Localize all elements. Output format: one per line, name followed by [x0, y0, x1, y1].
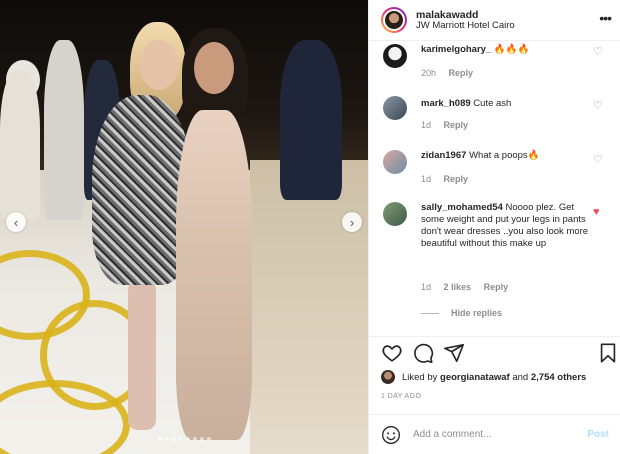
comment-time[interactable]: 1d: [421, 120, 431, 130]
heart-icon[interactable]: ♡: [593, 101, 604, 112]
comment-icon[interactable]: [412, 342, 434, 364]
liked-by-and: and: [512, 371, 529, 383]
comment-text: What a poops🔥: [469, 150, 540, 161]
carousel-dot: [157, 437, 162, 441]
liked-by: Liked by georgianatawaf and 2,754 others: [381, 370, 620, 384]
avatar[interactable]: [381, 7, 407, 33]
hide-replies-label: Hide replies: [451, 308, 503, 318]
avatar[interactable]: [383, 44, 407, 68]
post-location[interactable]: JW Marriott Hotel Cairo: [416, 20, 515, 32]
carousel-dot: [206, 437, 211, 441]
liked-by-prefix: Liked by: [402, 371, 438, 383]
avatar[interactable]: [383, 96, 407, 120]
hide-replies-button[interactable]: Hide replies: [421, 308, 502, 318]
carousel-dot: [199, 437, 204, 441]
comment-username[interactable]: sally_mohamed54: [421, 202, 503, 213]
photo-subject-left-face: [140, 40, 178, 90]
post-username[interactable]: malakawadd: [416, 9, 515, 21]
heart-icon[interactable]: ♥: [593, 207, 604, 218]
action-bar: [369, 342, 620, 366]
comment-username[interactable]: karimelgohary_: [421, 44, 491, 55]
comment-time[interactable]: 20h: [421, 68, 436, 78]
comment-time[interactable]: 1d: [421, 282, 431, 292]
photo-background-person: [0, 70, 40, 220]
add-comment-bar: Post: [369, 414, 620, 454]
comment-text: Cute ash: [473, 98, 512, 109]
post-header: malakawadd JW Marriott Hotel Cairo •••: [369, 0, 620, 40]
carousel-dot: [171, 437, 176, 441]
divider: [421, 312, 439, 314]
photo-subject-right-dress: [176, 110, 252, 440]
carousel-dot: [178, 437, 183, 441]
photo-stage: [250, 160, 368, 454]
post-button[interactable]: Post: [587, 429, 609, 440]
comment-username[interactable]: zidan1967: [421, 150, 466, 161]
avatar[interactable]: [383, 150, 407, 174]
avatar[interactable]: [383, 202, 407, 226]
photo-subject-right-face: [194, 42, 234, 94]
carousel-dots: [0, 437, 368, 441]
photo-background-person: [44, 40, 84, 220]
chevron-left-icon[interactable]: ‹: [6, 212, 26, 232]
comment-input[interactable]: [413, 429, 583, 440]
liked-by-user[interactable]: georgianatawaf: [440, 372, 510, 383]
avatar[interactable]: [381, 370, 395, 384]
reply-button[interactable]: Reply: [444, 174, 469, 184]
post-side-panel: malakawadd JW Marriott Hotel Cairo ••• k…: [368, 0, 620, 454]
comment-username[interactable]: mark_h089: [421, 98, 471, 109]
comment-time[interactable]: 1d: [421, 174, 431, 184]
reply-button[interactable]: Reply: [484, 282, 509, 292]
carousel-dot: [185, 437, 190, 441]
comments-divider: [369, 336, 620, 337]
liked-by-count[interactable]: 2,754 others: [531, 372, 586, 383]
chevron-right-icon[interactable]: ›: [342, 212, 362, 232]
reply-button[interactable]: Reply: [449, 68, 474, 78]
post-timestamp[interactable]: 1 DAY AGO: [381, 393, 421, 400]
comment-text: 🔥🔥🔥: [493, 44, 530, 55]
photo-background-person: [280, 40, 342, 200]
comment-likes[interactable]: 2 likes: [444, 282, 472, 292]
comments-list[interactable]: karimelgohary_ 🔥🔥🔥 20h Reply ♡ mark_h089…: [369, 40, 620, 336]
heart-icon[interactable]: [381, 342, 403, 364]
more-options-icon[interactable]: •••: [599, 10, 612, 26]
heart-icon[interactable]: ♡: [593, 155, 604, 166]
heart-icon[interactable]: ♡: [593, 47, 604, 58]
share-icon[interactable]: [443, 342, 465, 364]
reply-button[interactable]: Reply: [444, 120, 469, 130]
carousel-dot: [192, 437, 197, 441]
photo-subject-left-legs: [128, 280, 156, 430]
bookmark-icon[interactable]: [597, 342, 619, 364]
carousel-dot: [164, 437, 169, 441]
emoji-icon[interactable]: [381, 425, 401, 445]
post-photo[interactable]: ‹ ›: [0, 0, 368, 454]
